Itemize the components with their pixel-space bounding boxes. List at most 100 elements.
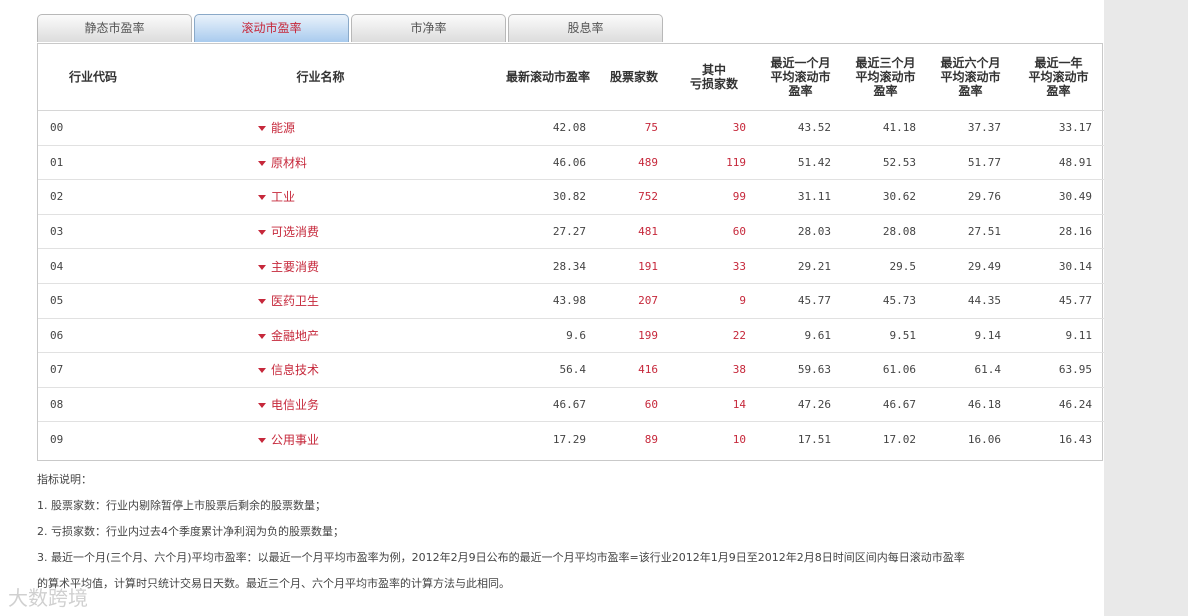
- header-1y-avg: 最近一年 平均滚动市 盈率: [1013, 44, 1104, 111]
- stock-count: 207: [598, 283, 670, 319]
- avg-pe-6m: 29.49: [928, 248, 1013, 284]
- avg-pe-3m: 28.08: [843, 214, 928, 250]
- tab-bar: 静态市盈率 滚动市盈率 市净率 股息率: [37, 14, 667, 44]
- avg-pe-6m: 9.14: [928, 318, 1013, 354]
- industry-name-link[interactable]: 医药卫生: [148, 283, 493, 319]
- industry-name-link[interactable]: 能源: [148, 110, 493, 146]
- industry-code: 03: [38, 214, 148, 250]
- industry-name-link[interactable]: 工业: [148, 179, 493, 215]
- header-name: 行业名称: [148, 44, 493, 111]
- caret-down-icon[interactable]: [258, 299, 266, 305]
- latest-rolling-pe: 9.6: [493, 318, 598, 354]
- avg-pe-1m: 9.61: [758, 318, 843, 354]
- industry-code: 02: [38, 179, 148, 215]
- tab-dividend-yield[interactable]: 股息率: [508, 14, 663, 42]
- avg-pe-3m: 45.73: [843, 283, 928, 319]
- note-item: 1. 股票家数：行业内剔除暂停上市股票后剩余的股票数量；: [37, 499, 326, 512]
- stock-count: 489: [598, 145, 670, 181]
- latest-rolling-pe: 42.08: [493, 110, 598, 146]
- latest-rolling-pe: 27.27: [493, 214, 598, 250]
- industry-code: 04: [38, 248, 148, 284]
- avg-pe-1y: 28.16: [1013, 214, 1104, 250]
- caret-down-icon[interactable]: [258, 195, 266, 201]
- avg-pe-3m: 29.5: [843, 248, 928, 284]
- stock-count: 752: [598, 179, 670, 215]
- caret-down-icon[interactable]: [258, 160, 266, 166]
- industry-name-link[interactable]: 电信业务: [148, 387, 493, 423]
- avg-pe-1m: 51.42: [758, 145, 843, 181]
- avg-pe-3m: 61.06: [843, 352, 928, 388]
- indicator-notes: 指标说明： 1. 股票家数：行业内剔除暂停上市股票后剩余的股票数量； 2. 亏损…: [37, 467, 1107, 591]
- industry-name-label[interactable]: 信息技术: [271, 363, 319, 377]
- industry-name-link[interactable]: 信息技术: [148, 352, 493, 388]
- industry-name-link[interactable]: 金融地产: [148, 318, 493, 354]
- table-row: 06 金融地产 9.6 199 22 9.61 9.51 9.14 9.11: [38, 318, 1104, 354]
- industry-code: 09: [50, 432, 64, 446]
- caret-down-icon[interactable]: [258, 264, 266, 270]
- loss-count: 9: [670, 283, 758, 319]
- industry-name-label[interactable]: 医药卫生: [271, 294, 319, 308]
- header-stock-count: 股票家数: [598, 44, 670, 111]
- avg-pe-1m: 59.63: [758, 352, 843, 388]
- avg-pe-1y: 33.17: [1013, 110, 1104, 146]
- industry-code: 07: [38, 352, 148, 388]
- tab-pb[interactable]: 市净率: [351, 14, 506, 42]
- table-row: 02 工业 30.82 752 99 31.11 30.62 29.76 30.49: [38, 179, 1104, 215]
- table-row: 04 主要消费 28.34 191 33 29.21 29.5 29.49 30.14: [38, 248, 1104, 284]
- stock-count: 416: [598, 352, 670, 388]
- avg-pe-1m: 45.77: [758, 283, 843, 319]
- table-row: 00 能源 42.08 75 30 43.52 41.18 37.37 33.17: [38, 110, 1104, 146]
- stock-count: 89: [644, 432, 658, 446]
- avg-pe-1y: 48.91: [1013, 145, 1104, 181]
- caret-down-icon[interactable]: [258, 403, 266, 409]
- industry-name-link[interactable]: 原材料: [148, 145, 493, 181]
- industry-name-label[interactable]: 原材料: [271, 156, 307, 170]
- industry-name-label[interactable]: 电信业务: [271, 398, 319, 412]
- caret-down-icon[interactable]: [258, 333, 266, 339]
- header-latest-pe: 最新滚动市盈率: [493, 44, 598, 111]
- industry-name-label[interactable]: 可选消费: [271, 225, 319, 239]
- tab-static-pe[interactable]: 静态市盈率: [37, 14, 192, 42]
- industry-code: 00: [38, 110, 148, 146]
- right-side-panel: [1104, 0, 1188, 616]
- avg-pe-1y: 30.14: [1013, 248, 1104, 284]
- latest-rolling-pe: 28.34: [493, 248, 598, 284]
- header-code: 行业代码: [38, 44, 148, 111]
- industry-name-label[interactable]: 金融地产: [271, 329, 319, 343]
- industry-name-link[interactable]: 主要消费: [148, 248, 493, 284]
- avg-pe-1m: 31.11: [758, 179, 843, 215]
- tab-rolling-pe[interactable]: 滚动市盈率: [194, 14, 349, 42]
- industry-code: 01: [38, 145, 148, 181]
- avg-pe-3m: 9.51: [843, 318, 928, 354]
- avg-pe-6m: 29.76: [928, 179, 1013, 215]
- avg-pe-1y: 63.95: [1013, 352, 1104, 388]
- latest-rolling-pe: 56.4: [493, 352, 598, 388]
- avg-pe-1y: 9.11: [1013, 318, 1104, 354]
- caret-down-icon[interactable]: [258, 126, 266, 132]
- avg-pe-1y: 16.43: [1058, 432, 1092, 446]
- loss-count: 119: [670, 145, 758, 181]
- latest-rolling-pe: 46.67: [493, 387, 598, 423]
- avg-pe-1m: 47.26: [758, 387, 843, 423]
- industry-name-link[interactable]: 可选消费: [148, 214, 493, 250]
- loss-count: 14: [670, 387, 758, 423]
- industry-name-label[interactable]: 工业: [271, 190, 295, 204]
- loss-count: 22: [670, 318, 758, 354]
- caret-down-icon[interactable]: [258, 368, 266, 374]
- latest-rolling-pe: 46.06: [493, 145, 598, 181]
- loss-count: 38: [670, 352, 758, 388]
- industry-name-label[interactable]: 公用事业: [271, 433, 319, 447]
- industry-name-label[interactable]: 主要消费: [271, 260, 319, 274]
- avg-pe-3m: 52.53: [843, 145, 928, 181]
- avg-pe-1m: 43.52: [758, 110, 843, 146]
- note-item: 2. 亏损家数：行业内过去4个季度累计净利润为负的股票数量；: [37, 525, 344, 538]
- stock-count: 60: [598, 387, 670, 423]
- avg-pe-1m: 29.21: [758, 248, 843, 284]
- caret-down-icon[interactable]: [258, 230, 266, 236]
- industry-name-link[interactable]: 公用事业: [148, 422, 493, 456]
- avg-pe-1y: 46.24: [1013, 387, 1104, 423]
- header-1m-avg: 最近一个月 平均滚动市 盈率: [758, 44, 843, 111]
- caret-down-icon[interactable]: [258, 437, 266, 443]
- industry-name-label[interactable]: 能源: [271, 121, 295, 135]
- table-row: 09 公用事业 17.29 89 10 17.51 17.02 16.06 16.43: [38, 422, 1104, 456]
